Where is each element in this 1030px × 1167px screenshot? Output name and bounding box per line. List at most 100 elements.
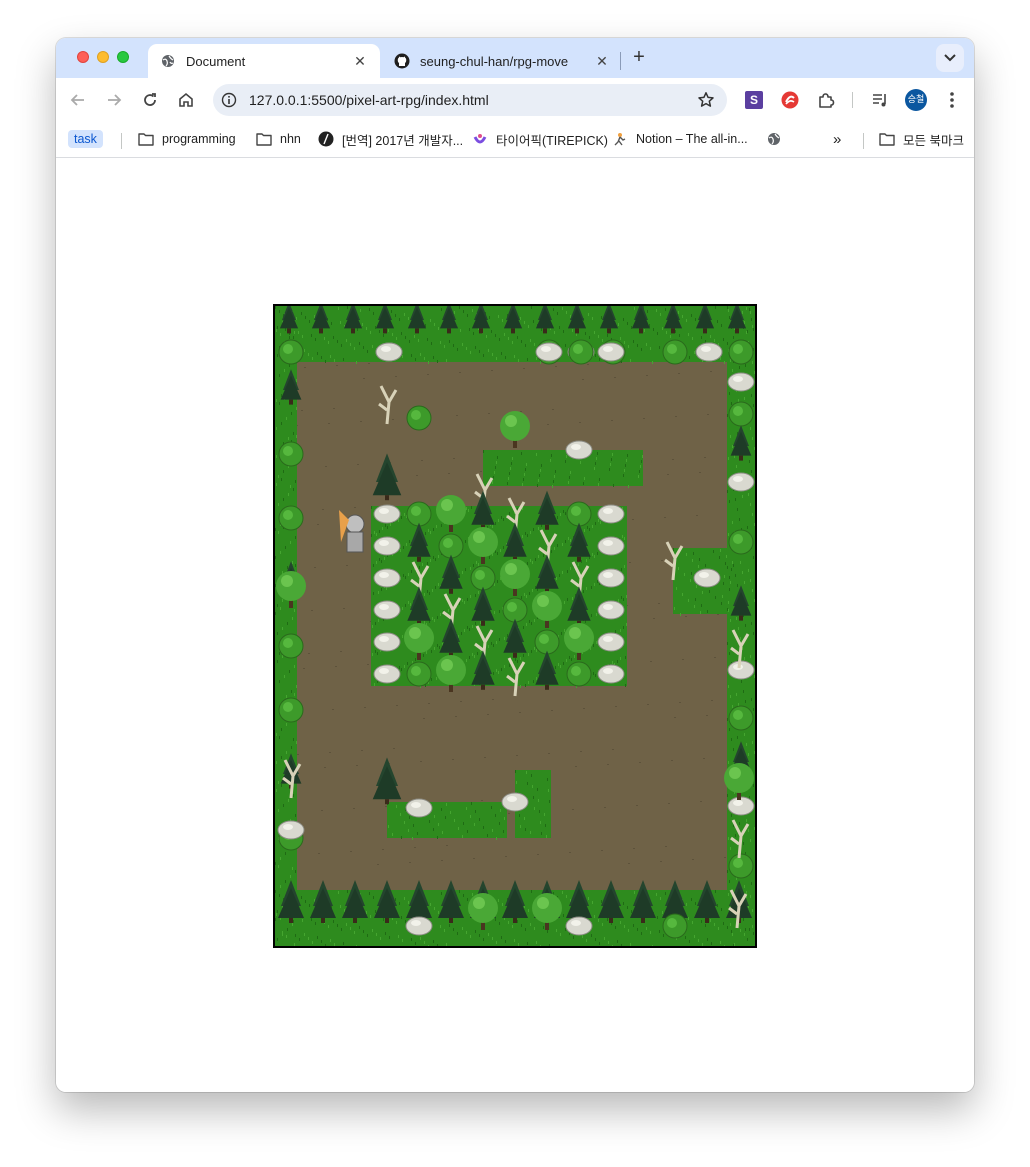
page-content [56, 159, 974, 1092]
bookmark-label: nhn [280, 132, 301, 146]
github-icon [394, 53, 410, 69]
media-control-icon[interactable] [870, 90, 890, 110]
folder-icon [879, 132, 895, 146]
bookmark-label: 모든 북마크 [903, 133, 964, 148]
tab-document[interactable]: Document ✕ [148, 44, 380, 78]
reload-icon[interactable] [140, 90, 160, 110]
bookmarks-overflow-button[interactable]: » [833, 130, 841, 148]
folder-icon [138, 132, 154, 146]
bookmark-tirepick[interactable]: 타이어픽(TIREPICK) [472, 130, 608, 148]
character-sprite [345, 514, 365, 534]
bookmark-nhn[interactable]: nhn [256, 130, 301, 148]
rock [727, 660, 755, 680]
bookmark-globe[interactable] [767, 130, 789, 148]
chevron-down-icon [944, 54, 956, 62]
rock [695, 342, 723, 362]
extension-s-icon[interactable]: S [744, 90, 764, 110]
leafy-tree [276, 571, 306, 601]
avatar[interactable]: 승철 [905, 89, 927, 111]
rock [727, 472, 755, 492]
tab-search-button[interactable] [936, 44, 964, 72]
leafy-tree [532, 893, 562, 923]
leafy-tree [468, 527, 498, 557]
avatar-text: 승철 [905, 89, 927, 111]
bookmark-programming[interactable]: programming [138, 130, 236, 148]
rock [373, 664, 401, 684]
rock [597, 664, 625, 684]
extension-red-icon[interactable] [780, 90, 800, 110]
bookmark-label: [번역] 2017년 개발자... [342, 133, 464, 148]
forward-icon[interactable] [104, 90, 124, 110]
url-text: 127.0.0.1:5500/pixel-art-rpg/index.html [249, 92, 489, 108]
leafy-tree [564, 623, 594, 653]
bookmark-translation[interactable]: [번역] 2017년 개발자... [318, 130, 463, 148]
rock [693, 568, 721, 588]
bookmark-notion[interactable]: Notion – The all-in... [612, 130, 748, 148]
close-window-button[interactable] [77, 51, 89, 63]
rock [373, 536, 401, 556]
rock [727, 372, 755, 392]
new-tab-button[interactable]: + [628, 47, 650, 69]
site-icon [472, 131, 488, 147]
maximize-window-button[interactable] [117, 51, 129, 63]
close-icon[interactable]: ✕ [352, 53, 368, 70]
leafy-tree [500, 411, 530, 441]
rock [565, 440, 593, 460]
rock [277, 820, 305, 840]
site-info-icon[interactable] [221, 92, 237, 113]
rock [597, 536, 625, 556]
leafy-tree [468, 893, 498, 923]
leafy-tree [436, 495, 466, 525]
rock [597, 568, 625, 588]
bookmark-divider [863, 133, 864, 149]
all-bookmarks[interactable]: 모든 북마크 [879, 130, 964, 148]
browser-window: Document ✕ seung-chul-han/rpg-move ✕ + 1… [56, 38, 974, 1092]
game-canvas[interactable] [273, 304, 757, 948]
rock [373, 600, 401, 620]
grass-patch [483, 450, 643, 486]
leafy-tree [436, 655, 466, 685]
back-icon[interactable] [68, 90, 88, 110]
rock [373, 504, 401, 524]
home-icon[interactable] [176, 90, 196, 110]
folder-icon [256, 132, 272, 146]
bookmark-label: Notion – The all-in... [636, 132, 748, 146]
game-map [275, 306, 755, 946]
rock [375, 342, 403, 362]
globe-icon [160, 53, 176, 69]
bookmark-star-icon[interactable] [697, 91, 715, 114]
site-icon [318, 131, 334, 147]
tab-title: Document [186, 53, 246, 69]
leafy-tree [724, 763, 754, 793]
rock [597, 600, 625, 620]
tab-bar: Document ✕ seung-chul-han/rpg-move ✕ + [56, 38, 974, 78]
rock [373, 568, 401, 588]
grass-patch [387, 802, 507, 838]
close-icon[interactable]: ✕ [594, 53, 610, 70]
rock [535, 342, 563, 362]
bookmark-task[interactable]: task [68, 130, 103, 148]
rock [565, 916, 593, 936]
bookmark-divider [121, 133, 122, 149]
address-bar[interactable]: 127.0.0.1:5500/pixel-art-rpg/index.html [213, 84, 727, 116]
minimize-window-button[interactable] [97, 51, 109, 63]
rock [405, 798, 433, 818]
rock [597, 632, 625, 652]
leafy-tree [404, 623, 434, 653]
tab-github[interactable]: seung-chul-han/rpg-move ✕ [384, 44, 622, 78]
toolbar: 127.0.0.1:5500/pixel-art-rpg/index.html … [56, 78, 974, 122]
extensions-puzzle-icon[interactable] [816, 90, 836, 110]
globe-icon [767, 132, 781, 146]
rock [405, 916, 433, 936]
bookmark-label: programming [162, 132, 236, 146]
extension-s-label: S [745, 91, 763, 109]
tab-title: seung-chul-han/rpg-move [420, 53, 569, 69]
rock [373, 632, 401, 652]
leafy-tree [500, 559, 530, 589]
bookmarks-bar: task programming nhn [번역] 2017년 개발자... 타… [56, 122, 974, 158]
rock [501, 792, 529, 812]
rock [597, 342, 625, 362]
leafy-tree [532, 591, 562, 621]
menu-icon[interactable] [942, 90, 962, 110]
bookmark-label: 타이어픽(TIREPICK) [496, 133, 608, 148]
